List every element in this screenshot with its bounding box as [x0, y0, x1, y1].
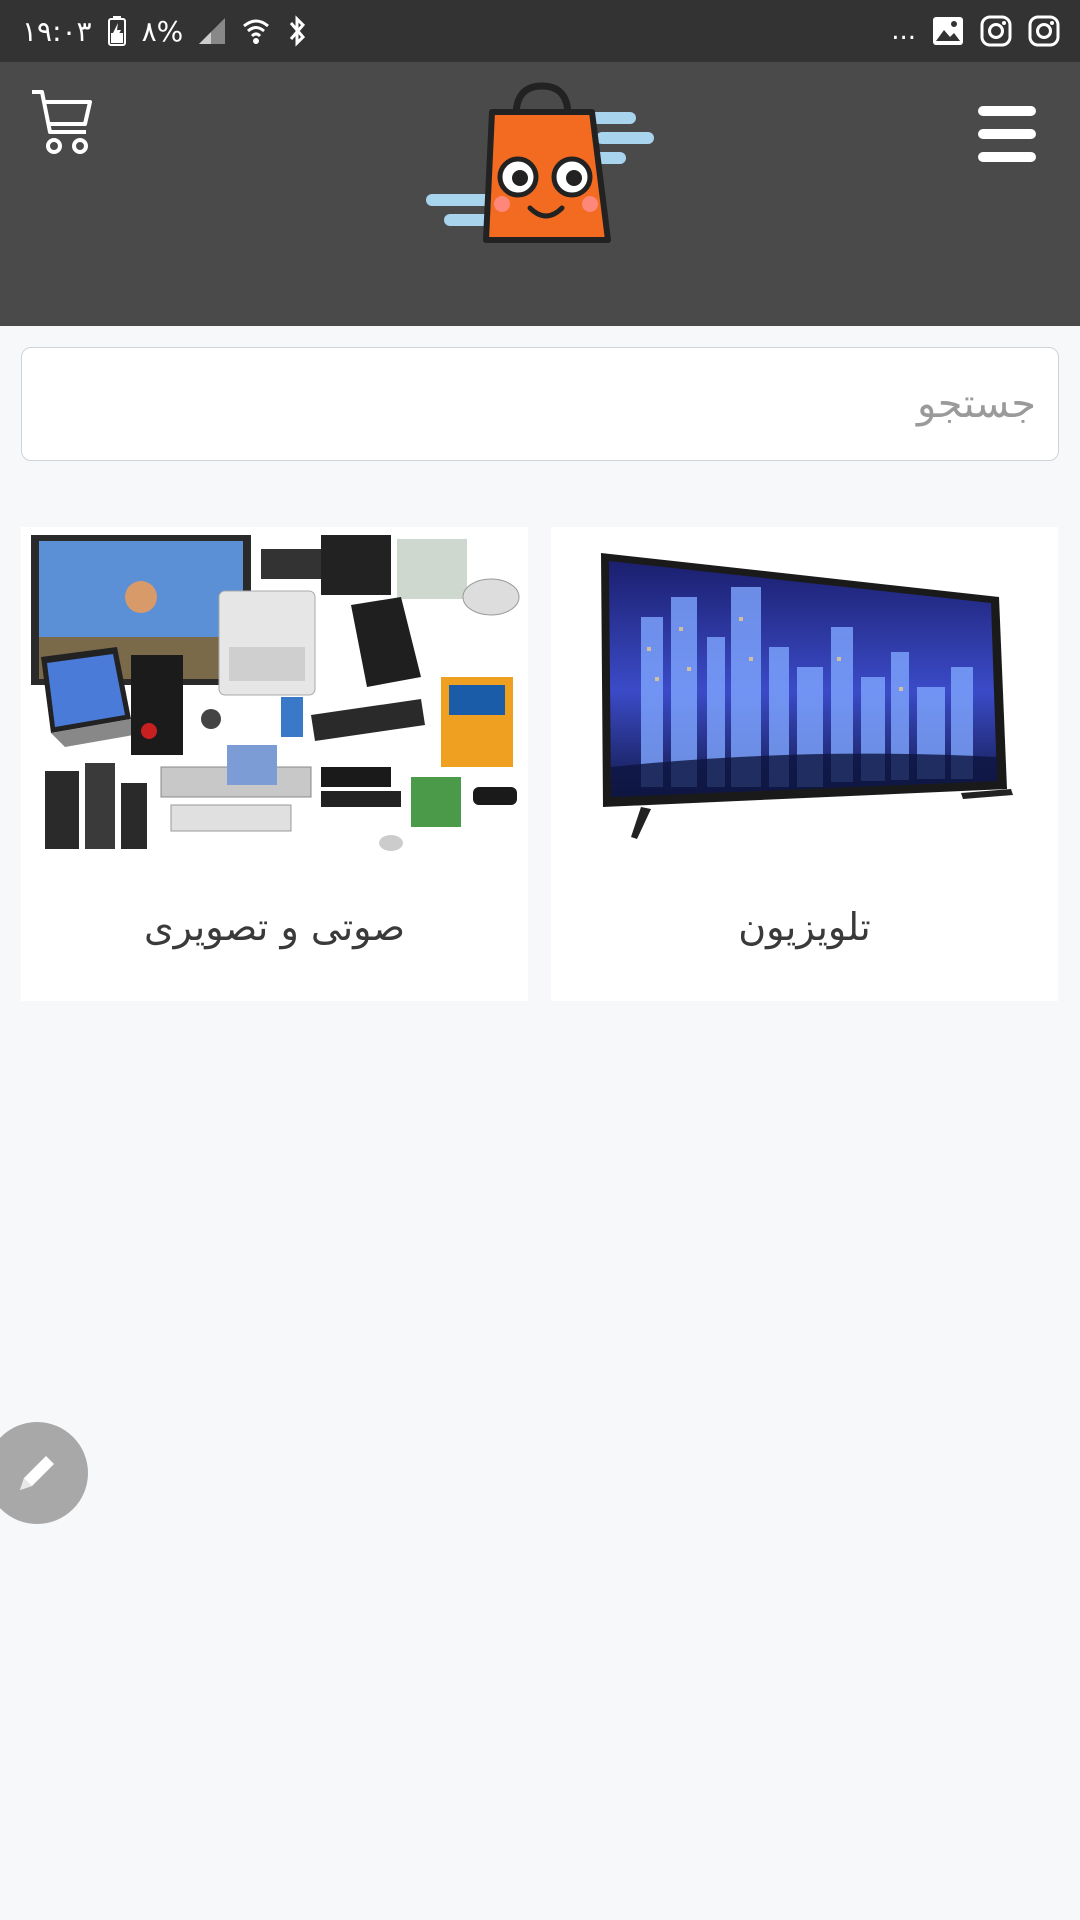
pencil-icon: [20, 1456, 54, 1490]
gallery-icon: [932, 16, 964, 46]
clock: ۱۹:۰۳: [22, 14, 92, 48]
category-card-television[interactable]: تلویزیون: [551, 527, 1058, 1001]
edit-fab-button[interactable]: [0, 1422, 88, 1524]
status-bar: ۱۹:۰۳ ۸% ...: [0, 0, 1080, 62]
instagram-icon: [1028, 15, 1060, 47]
cart-icon: [32, 90, 92, 154]
cart-button[interactable]: [30, 86, 94, 158]
hamburger-menu-icon: [978, 106, 1036, 162]
overflow-indicator: ...: [891, 16, 916, 46]
battery-icon: [106, 15, 128, 47]
electronics-collage-image: [21, 527, 528, 867]
wifi-icon: [241, 16, 271, 46]
instagram-icon: [980, 15, 1012, 47]
category-card-audio-video[interactable]: صوتی و تصویری: [21, 527, 528, 1001]
search-input[interactable]: [22, 348, 1058, 460]
search-box: [21, 347, 1059, 461]
television-image: [551, 527, 1058, 867]
signal-icon: [197, 16, 227, 46]
bluetooth-icon: [285, 15, 309, 47]
shopping-bag-logo: [426, 82, 654, 248]
status-right: ...: [891, 0, 1060, 62]
status-left: ۱۹:۰۳ ۸%: [22, 0, 309, 62]
menu-button[interactable]: [976, 104, 1038, 164]
category-title: صوتی و تصویری: [143, 905, 406, 949]
battery-level: ۸%: [141, 14, 184, 48]
category-title: تلویزیون: [738, 905, 871, 949]
